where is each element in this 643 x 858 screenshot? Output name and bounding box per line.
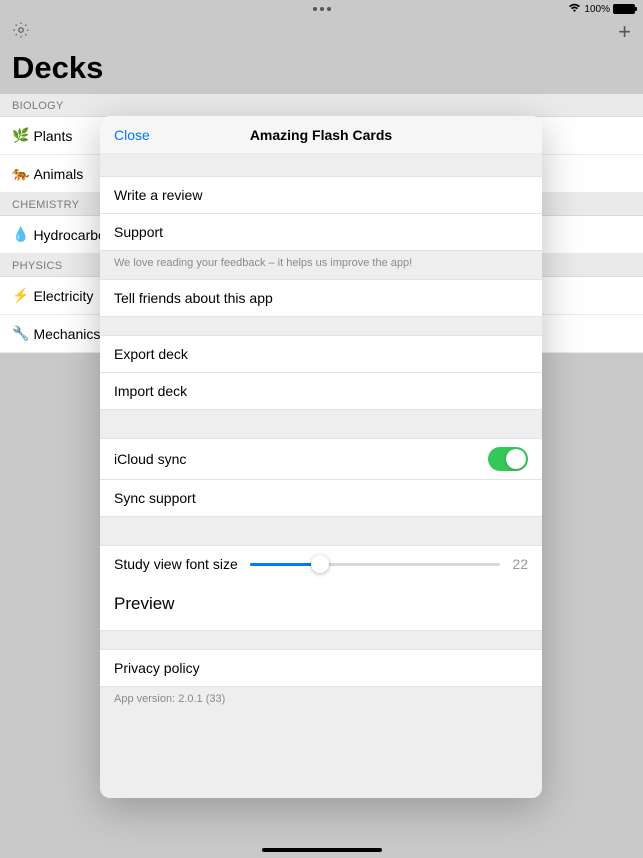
multitasking-dots — [313, 7, 331, 11]
font-size-value: 22 — [512, 556, 528, 572]
deck-emoji: 💧 — [12, 226, 29, 243]
nav-bar: + — [0, 18, 643, 46]
font-size-label: Study view font size — [114, 556, 238, 572]
icloud-sync-cell: iCloud sync — [100, 438, 542, 479]
deck-emoji: 🌿 — [12, 127, 29, 144]
battery-percent: 100% — [584, 4, 610, 15]
support-cell[interactable]: Support — [100, 213, 542, 251]
icloud-label: iCloud sync — [114, 451, 186, 467]
settings-modal: Close Amazing Flash Cards Write a review… — [100, 116, 542, 798]
deck-emoji: 🐅 — [12, 165, 29, 182]
deck-name: Mechanics — [33, 326, 100, 342]
modal-header: Close Amazing Flash Cards — [100, 116, 542, 154]
deck-emoji: ⚡ — [12, 287, 29, 304]
battery-icon — [613, 4, 635, 14]
wifi-icon — [568, 3, 581, 16]
font-size-slider[interactable] — [250, 563, 501, 566]
deck-emoji: 🔧 — [12, 325, 29, 342]
status-bar: 100% — [0, 0, 643, 18]
export-deck-cell[interactable]: Export deck — [100, 335, 542, 372]
import-deck-cell[interactable]: Import deck — [100, 372, 542, 410]
font-size-cell: Study view font size 22 — [100, 545, 542, 582]
gear-icon[interactable] — [12, 21, 30, 44]
deck-name: Animals — [33, 166, 83, 182]
preview-cell: Preview — [100, 582, 542, 631]
tell-friends-cell[interactable]: Tell friends about this app — [100, 279, 542, 317]
feedback-footer: We love reading your feedback – it helps… — [100, 251, 542, 275]
section-header-biology: BIOLOGY — [0, 94, 643, 117]
app-version: App version: 2.0.1 (33) — [100, 687, 542, 711]
plus-icon[interactable]: + — [618, 19, 631, 45]
privacy-policy-cell[interactable]: Privacy policy — [100, 649, 542, 687]
modal-title: Amazing Flash Cards — [250, 127, 392, 143]
home-indicator[interactable] — [262, 848, 382, 852]
close-button[interactable]: Close — [100, 127, 164, 143]
icloud-toggle[interactable] — [488, 447, 528, 471]
page-title: Decks — [0, 46, 643, 94]
write-review-cell[interactable]: Write a review — [100, 176, 542, 213]
deck-name: Plants — [33, 128, 72, 144]
deck-name: Electricity — [33, 288, 93, 304]
sync-support-cell[interactable]: Sync support — [100, 479, 542, 517]
